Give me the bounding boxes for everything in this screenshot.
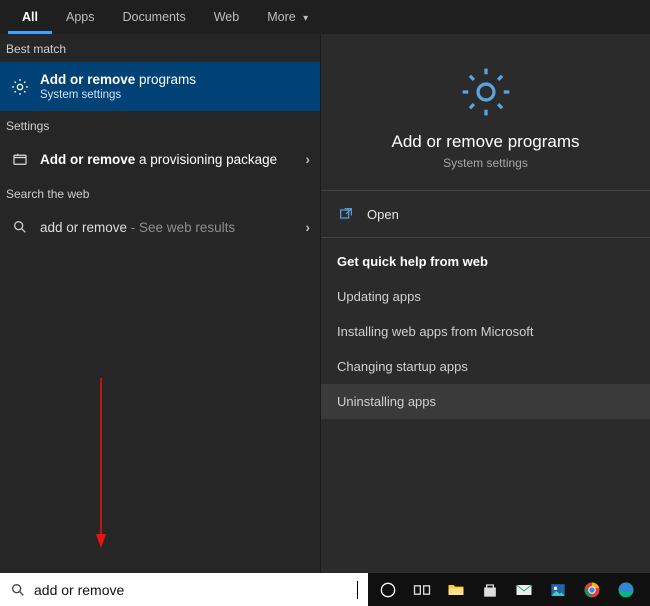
search-icon (10, 217, 30, 237)
gear-icon (331, 64, 640, 120)
chevron-down-icon: ▾ (303, 2, 308, 36)
best-match-header: Best match (0, 34, 320, 62)
cloud-icon[interactable] (646, 576, 650, 604)
detail-title: Add or remove programs (331, 132, 640, 152)
results-panel: Best match Add or remove programs System… (0, 34, 320, 573)
file-explorer-icon[interactable] (442, 576, 470, 604)
result-title: Add or remove a provisioning package (40, 152, 305, 167)
taskbar-search[interactable] (0, 573, 368, 606)
detail-subtitle: System settings (331, 156, 640, 170)
tab-apps[interactable]: Apps (52, 0, 109, 34)
help-uninstalling-apps[interactable]: Uninstalling apps (321, 384, 650, 419)
taskbar-tray (368, 573, 650, 606)
task-view-icon[interactable] (408, 576, 436, 604)
help-updating-apps[interactable]: Updating apps (321, 279, 650, 314)
open-label: Open (367, 207, 399, 222)
cortana-icon[interactable] (374, 576, 402, 604)
result-title: Add or remove programs (40, 72, 310, 87)
detail-panel: Add or remove programs System settings O… (320, 34, 650, 573)
tab-more[interactable]: More ▾ (253, 0, 322, 34)
search-filter-tabs: All Apps Documents Web More ▾ (0, 0, 650, 34)
tab-all[interactable]: All (8, 0, 52, 34)
search-web-header: Search the web (0, 179, 320, 207)
gear-icon (10, 77, 30, 97)
chrome-icon[interactable] (578, 576, 606, 604)
package-icon (10, 149, 30, 169)
result-subtitle: System settings (40, 89, 310, 101)
chevron-right-icon: › (305, 151, 310, 167)
text-cursor (357, 581, 358, 599)
taskbar (0, 573, 650, 606)
mail-icon[interactable] (510, 576, 538, 604)
chevron-right-icon: › (305, 219, 310, 235)
help-changing-startup[interactable]: Changing startup apps (321, 349, 650, 384)
tab-more-label: More (267, 10, 295, 24)
open-icon (337, 205, 355, 223)
store-icon[interactable] (476, 576, 504, 604)
open-action[interactable]: Open (321, 190, 650, 238)
result-add-remove-programs[interactable]: Add or remove programs System settings (0, 62, 320, 111)
tab-web[interactable]: Web (200, 0, 253, 34)
search-icon (10, 582, 26, 598)
tab-documents[interactable]: Documents (108, 0, 199, 34)
settings-header: Settings (0, 111, 320, 139)
help-header: Get quick help from web (321, 238, 650, 279)
result-title: add or remove - See web results (40, 220, 305, 235)
result-provisioning-package[interactable]: Add or remove a provisioning package › (0, 139, 320, 179)
help-installing-web-apps[interactable]: Installing web apps from Microsoft (321, 314, 650, 349)
photos-icon[interactable] (544, 576, 572, 604)
search-input[interactable] (34, 582, 359, 598)
edge-icon[interactable] (612, 576, 640, 604)
result-web-search[interactable]: add or remove - See web results › (0, 207, 320, 247)
